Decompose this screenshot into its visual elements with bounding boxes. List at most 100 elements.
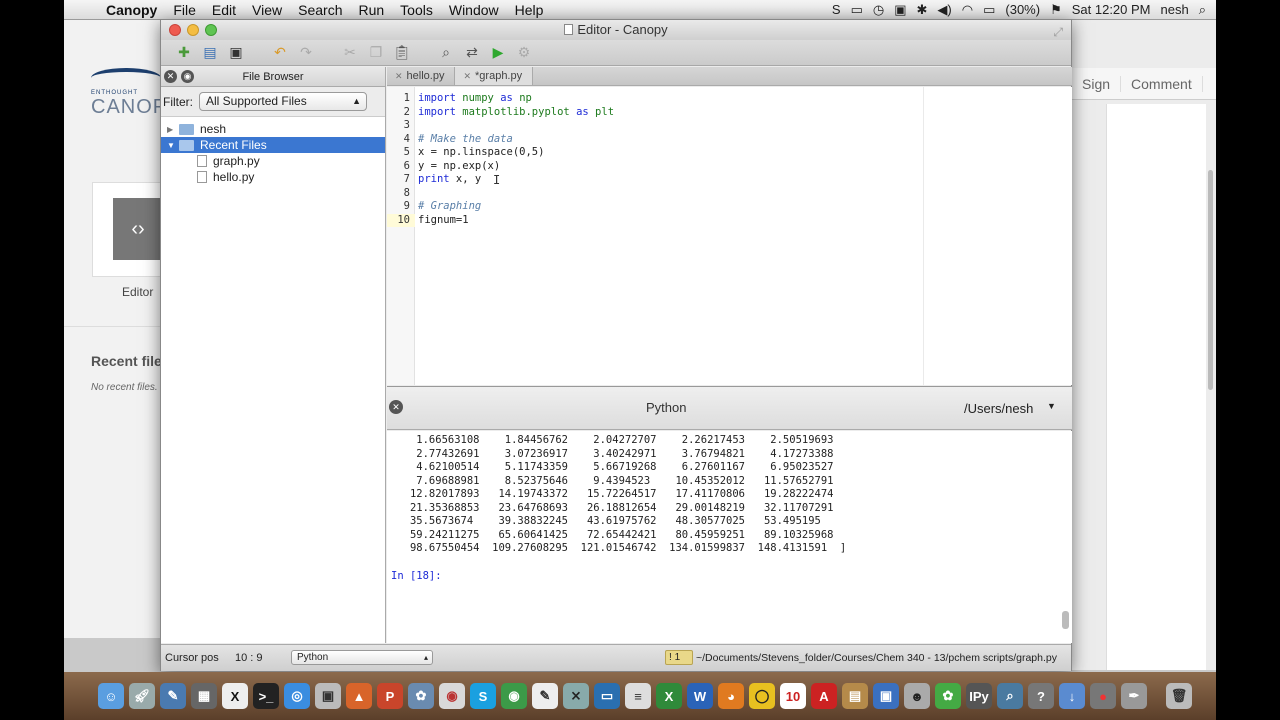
word-icon[interactable]: W [687,683,713,709]
minimize-window-button[interactable] [187,24,199,36]
code-text[interactable] [413,119,418,133]
flag-icon[interactable]: ⚑ [1050,2,1062,18]
open-file-icon[interactable]: ▤ [199,43,221,63]
chevron-down-icon[interactable]: ▼ [1047,401,1056,411]
editor-launcher-tile[interactable]: ‹› [92,182,164,277]
acrobat-icon[interactable]: A [811,683,837,709]
menu-tools[interactable]: Tools [392,2,441,18]
tree-item-graph-py[interactable]: graph.py [161,153,385,169]
sign-button[interactable]: Sign [1072,75,1122,92]
calendar-icon[interactable]: 10 [780,683,806,709]
search-app-icon[interactable]: ⌕ [997,683,1023,709]
skype-icon[interactable]: S [470,683,496,709]
code-text[interactable]: print x, y [413,173,481,187]
menubar-clock[interactable]: Sat 12:20 PM [1072,2,1151,17]
code-line[interactable]: 8 [387,187,987,201]
menu-view[interactable]: View [244,2,290,18]
spotlight-search-icon[interactable]: ⌕ [1199,2,1206,18]
installer-icon[interactable]: ▤ [842,683,868,709]
wifi-icon[interactable]: ◠ [962,2,973,18]
chrome-canary-icon[interactable]: ◉ [501,683,527,709]
code-text[interactable] [413,187,418,201]
x11-icon[interactable]: X [222,683,248,709]
excel-icon[interactable]: X [656,683,682,709]
downloads-icon[interactable]: ↓ [1059,683,1085,709]
matlab-icon[interactable]: ▲ [346,683,372,709]
menu-edit[interactable]: Edit [204,2,244,18]
menu-window[interactable]: Window [441,2,507,18]
code-line[interactable]: 3 [387,119,987,133]
launchpad-icon[interactable]: 🚀︎ [129,683,155,709]
code-text[interactable]: x = np.linspace(0,5) [413,146,544,160]
norton-icon[interactable]: ◯ [749,683,775,709]
finder-icon[interactable]: ☺ [98,683,124,709]
close-tab-icon[interactable]: ✕ [463,67,471,86]
code-text[interactable]: y = np.exp(x) [413,160,500,174]
editor-launcher-label[interactable]: Editor [122,285,153,299]
xcode-icon[interactable]: ✎ [160,683,186,709]
close-window-button[interactable] [169,24,181,36]
working-directory-select[interactable]: /Users/nesh [964,401,1033,416]
volume-icon[interactable]: ◀) [937,2,951,18]
colorsync-icon[interactable]: ✿ [935,683,961,709]
textedit-icon[interactable]: ✎ [532,683,558,709]
bluetooth-icon[interactable]: ✱ [917,2,928,18]
code-text[interactable]: # Make the data [413,133,513,147]
code-text[interactable]: # Graphing [413,200,481,214]
display-icon[interactable]: ▣ [894,2,906,18]
document-scrollbar[interactable] [1208,170,1213,390]
redo-icon[interactable]: ↷ [295,43,317,63]
vmware-icon[interactable]: ▣ [873,683,899,709]
close-python-pane-icon[interactable]: ✕ [389,400,403,414]
code-text[interactable]: import matplotlib.pyplot as plt [413,106,614,120]
cut-icon[interactable]: ✂ [339,43,361,63]
menubar-user[interactable]: nesh [1161,2,1189,17]
battery-monitor-icon[interactable]: ▭ [851,2,863,18]
tab-hello-py[interactable]: ✕ hello.py [387,67,454,85]
warning-badge[interactable]: ! 1 [665,650,693,665]
document-proxy-icon[interactable] [564,24,574,35]
menu-app-canopy[interactable]: Canopy [98,2,165,18]
code-line[interactable]: 2 import matplotlib.pyplot as plt [387,106,987,120]
window-titlebar[interactable]: Editor - Canopy ⤢ [161,20,1071,40]
language-select[interactable]: Python ▴ [291,650,433,665]
undo-icon[interactable]: ↶ [269,43,291,63]
panel-options-icon[interactable]: ◉ [181,70,194,83]
paste-icon[interactable]: 📋︎ [391,43,413,63]
close-tab-icon[interactable]: ✕ [395,67,403,86]
disclosure-triangle-icon[interactable]: ▶ [167,125,179,134]
skype-status-icon[interactable]: S [832,2,841,17]
code-line[interactable]: 6y = np.exp(x) [387,160,987,174]
chrome-icon[interactable]: ◉ [439,683,465,709]
debug-icon[interactable]: ⚙ [513,43,535,63]
firefox-icon[interactable]: ◕ [718,683,744,709]
remote-desktop-icon[interactable]: ▭ [594,683,620,709]
ipython-icon[interactable]: IPy [966,683,992,709]
console-prompt[interactable]: In [18]: [391,570,442,582]
grapher-icon[interactable]: ⨯ [563,683,589,709]
new-file-icon[interactable]: ✚ [173,43,195,63]
safari-icon[interactable]: ◎ [284,683,310,709]
close-panel-icon[interactable]: ✕ [164,70,177,83]
preview-icon[interactable]: ▣ [315,683,341,709]
find-icon[interactable]: ⌕ [435,43,457,63]
run-file-icon[interactable]: ▶ [487,43,509,63]
time-machine-icon[interactable]: ◷ [873,2,884,18]
tree-item-hello-py[interactable]: hello.py [161,169,385,185]
terminal-icon[interactable]: >_ [253,683,279,709]
code-line[interactable]: 10 fignum=1 [387,214,987,228]
code-text[interactable]: fignum=1 [413,214,469,228]
powerpoint-icon[interactable]: P [377,683,403,709]
find-replace-icon[interactable]: ⇄ [461,43,483,63]
code-line[interactable]: 5x = np.linspace(0,5) [387,146,987,160]
code-editor[interactable]: 1 import numpy as np 2 import matplotlib.py… [387,87,1072,385]
tab-graph-py[interactable]: ✕ *graph.py [454,67,534,86]
save-icon[interactable]: ▣ [225,43,247,63]
help-icon[interactable]: ? [1028,683,1054,709]
system-prefs-icon[interactable]: ▦ [191,683,217,709]
code-line[interactable]: 7 print x, y [387,173,987,187]
menu-search[interactable]: Search [290,2,350,18]
disclosure-triangle-icon[interactable]: ▼ [167,141,179,150]
code-line[interactable]: 4 # Make the data [387,133,987,147]
comment-button[interactable]: Comment [1121,75,1203,92]
